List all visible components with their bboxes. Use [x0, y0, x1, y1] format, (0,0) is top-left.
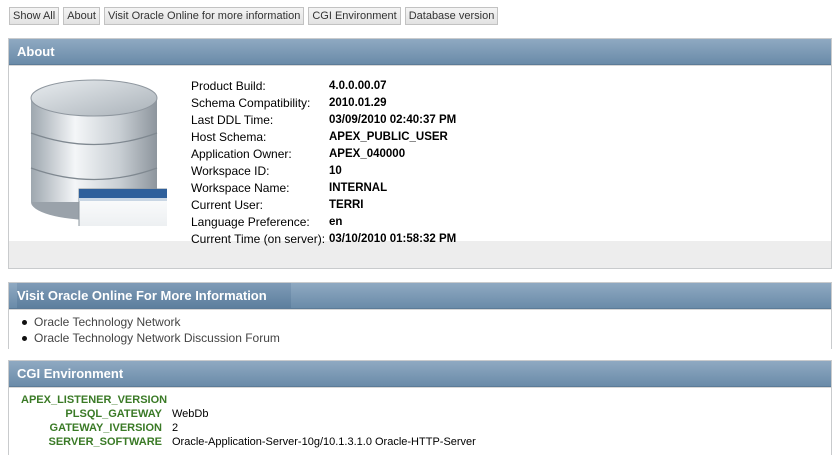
cgi-environment-button[interactable]: CGI Environment: [308, 7, 401, 25]
about-details: Product Build: 4.0.0.00.07 Schema Compat…: [191, 78, 456, 248]
otn-forum-link[interactable]: Oracle Technology Network Discussion For…: [22, 330, 831, 346]
about-row: Last DDL Time: 03/09/2010 02:40:37 PM: [191, 112, 456, 129]
about-region: About Product Build: 4.0.0.00.07 Schema …: [8, 38, 832, 269]
visit-oracle-title-text: Visit Oracle Online For More Information: [17, 283, 291, 308]
cgi-environment-region-body: APEX_LISTENER_VERSION PLSQL_GATEWAY WebD…: [9, 387, 831, 458]
host-schema-label: Host Schema:: [191, 130, 267, 144]
cgi-key: SERVER_SOFTWARE: [48, 436, 163, 448]
schema-compatibility-value: 2010.01.29: [329, 97, 387, 109]
workspace-name-value: INTERNAL: [329, 182, 388, 194]
about-row: Host Schema: APEX_PUBLIC_USER: [191, 129, 456, 146]
application-owner-label: Application Owner:: [191, 147, 292, 161]
database-version-button[interactable]: Database version: [404, 7, 499, 25]
language-preference-label: Language Preference:: [191, 215, 310, 229]
about-title-text: About: [17, 44, 55, 59]
visit-oracle-region: Visit Oracle Online For More Information…: [8, 282, 832, 349]
host-schema-value: APEX_PUBLIC_USER: [329, 131, 448, 143]
about-row: Workspace ID: 10: [191, 163, 456, 180]
oracle-links-list: Oracle Technology Network Oracle Technol…: [9, 310, 831, 346]
workspace-id-label: Workspace ID:: [191, 164, 270, 178]
otn-link[interactable]: Oracle Technology Network: [22, 314, 831, 330]
language-preference-value: en: [329, 216, 343, 228]
about-row: Product Build: 4.0.0.00.07: [191, 78, 456, 95]
show-all-button[interactable]: Show All: [9, 7, 60, 25]
cgi-table: APEX_LISTENER_VERSION PLSQL_GATEWAY WebD…: [21, 393, 476, 449]
about-row: Workspace Name: INTERNAL: [191, 180, 456, 197]
cgi-key: PLSQL_GATEWAY: [65, 408, 162, 420]
current-time-value: 03/10/2010 01:58:32 PM: [329, 233, 457, 245]
cgi-value: 2: [172, 422, 179, 434]
table-row: APEX_LISTENER_VERSION: [21, 393, 476, 407]
cgi-environment-region-title: CGI Environment: [9, 361, 831, 387]
cgi-value: WebDb: [172, 408, 209, 420]
about-region-body: Product Build: 4.0.0.00.07 Schema Compat…: [9, 65, 831, 246]
about-row: Schema Compatibility: 2010.01.29: [191, 95, 456, 112]
current-user-label: Current User:: [191, 198, 264, 212]
table-row: PLSQL_GATEWAY WebDb: [21, 407, 476, 421]
visit-oracle-region-body: Oracle Technology Network Oracle Technol…: [9, 309, 831, 349]
about-row: Current User: TERRI: [191, 197, 456, 214]
toolbar: Show All About Visit Oracle Online for m…: [9, 7, 499, 25]
table-row: SERVER_SOFTWARE Oracle-Application-Serve…: [21, 435, 476, 449]
cgi-key: GATEWAY_IVERSION: [49, 422, 162, 434]
visit-oracle-region-title: Visit Oracle Online For More Information: [9, 283, 831, 309]
schema-compatibility-label: Schema Compatibility:: [191, 96, 311, 110]
workspace-id-value: 10: [329, 165, 342, 177]
about-region-title: About: [9, 39, 831, 65]
current-time-label: Current Time (on server):: [191, 232, 326, 246]
application-owner-value: APEX_040000: [329, 148, 406, 160]
last-ddl-time-value: 03/09/2010 02:40:37 PM: [329, 114, 457, 126]
about-row: Language Preference: en: [191, 214, 456, 231]
about-row: Application Owner: APEX_040000: [191, 146, 456, 163]
database-icon: [30, 79, 167, 226]
cgi-key: APEX_LISTENER_VERSION: [21, 394, 168, 406]
about-row: Current Time (on server): 03/10/2010 01:…: [191, 231, 456, 248]
product-build-label: Product Build:: [191, 79, 266, 93]
cgi-value: Oracle-Application-Server-10g/10.1.3.1.0…: [172, 436, 476, 448]
last-ddl-time-label: Last DDL Time:: [191, 113, 274, 127]
visit-oracle-button[interactable]: Visit Oracle Online for more information: [103, 7, 305, 25]
cgi-environment-region: CGI Environment APEX_LISTENER_VERSION PL…: [8, 360, 832, 458]
about-button[interactable]: About: [63, 7, 100, 25]
cgi-environment-title-text: CGI Environment: [17, 366, 124, 381]
workspace-name-label: Workspace Name:: [191, 181, 290, 195]
table-row: GATEWAY_IVERSION 2: [21, 421, 476, 435]
product-build-value: 4.0.0.00.07: [329, 80, 387, 92]
current-user-value: TERRI: [329, 199, 364, 211]
